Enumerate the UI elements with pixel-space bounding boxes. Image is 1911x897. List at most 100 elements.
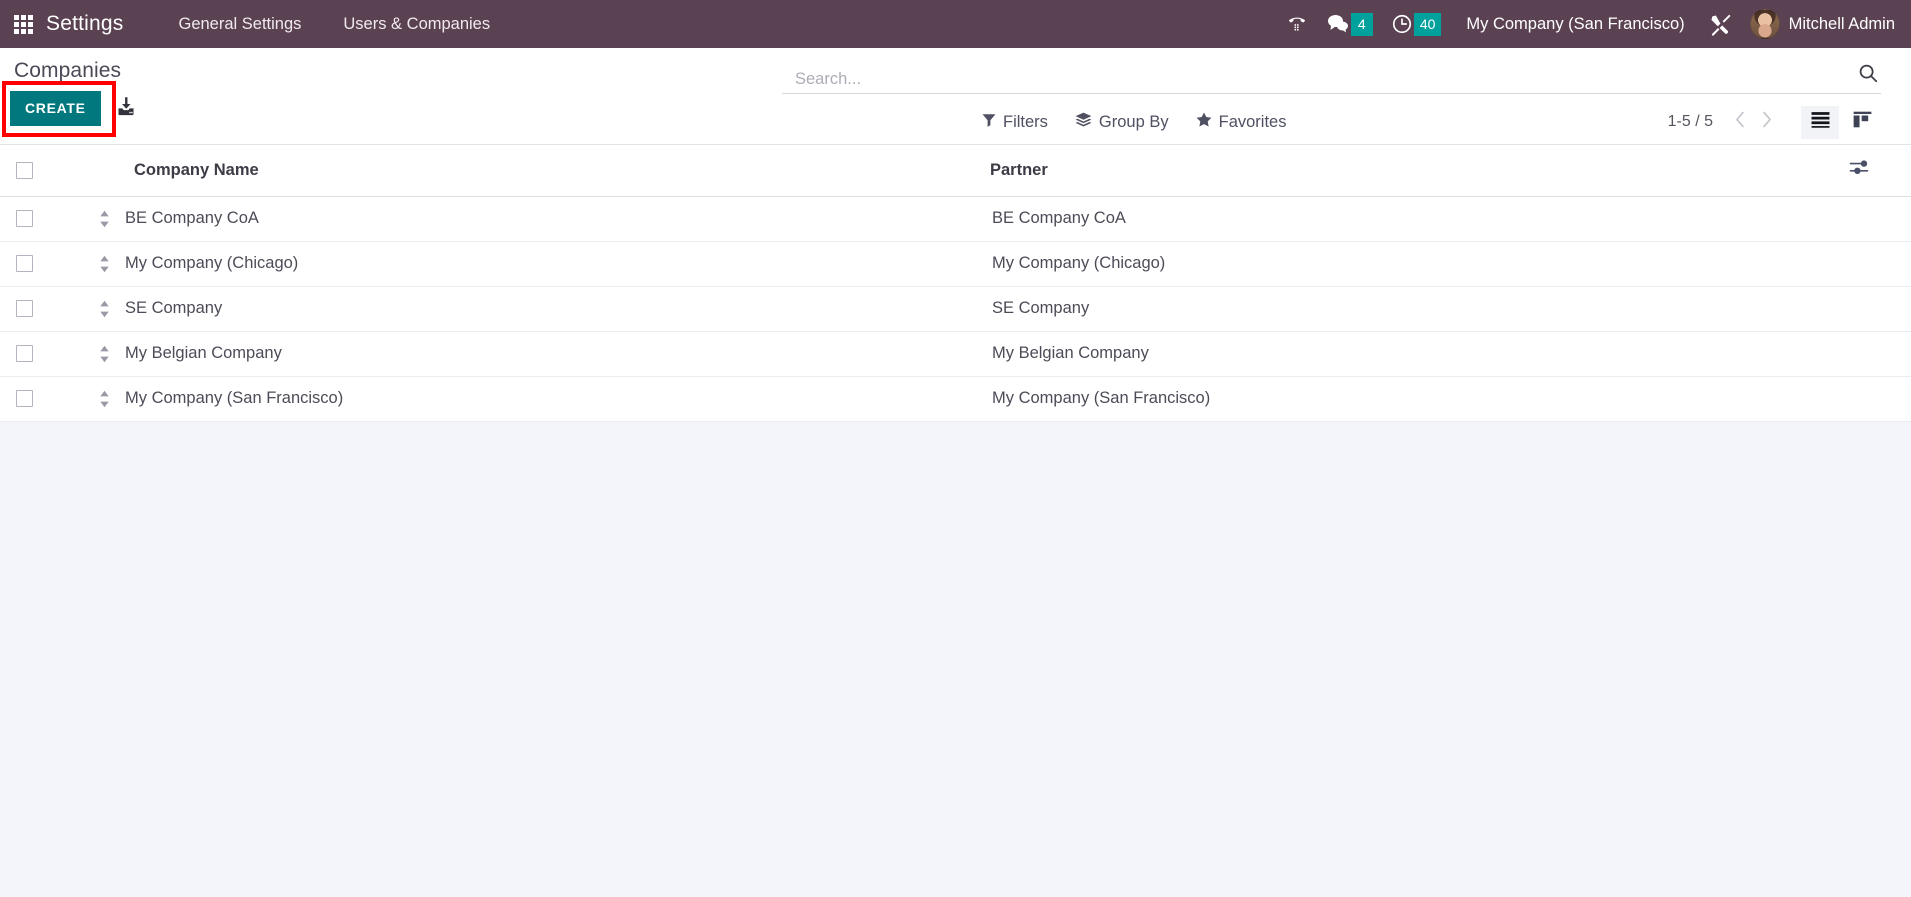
apps-menu-button[interactable] xyxy=(0,14,46,34)
view-switch-kanban-button[interactable] xyxy=(1843,106,1881,139)
group-by-label: Group By xyxy=(1098,112,1169,131)
row-drag-handle-icon[interactable] xyxy=(98,300,111,318)
row-optional-cell xyxy=(1841,241,1911,287)
row-select-checkbox[interactable] xyxy=(16,300,33,318)
list-view-icon xyxy=(1811,111,1830,133)
control-panel-buttons: CREATE xyxy=(0,81,137,137)
cell-partner[interactable]: SE Company xyxy=(982,286,1841,332)
empty-page-area xyxy=(0,422,1911,821)
table-header: Company Name Partner xyxy=(0,145,1911,197)
menu-general-settings[interactable]: General Settings xyxy=(157,0,322,48)
app-brand-settings[interactable]: Settings xyxy=(46,12,157,36)
row-select-cell xyxy=(0,331,52,377)
table-body: BE Company CoA BE Company CoA My Company (… xyxy=(0,196,1911,422)
cell-partner[interactable]: My Company (San Francisco) xyxy=(982,376,1841,422)
company-name-text: SE Company xyxy=(125,299,223,317)
cell-company-name[interactable]: My Company (San Francisco) xyxy=(52,376,982,422)
row-select-checkbox[interactable] xyxy=(16,390,33,408)
row-optional-cell xyxy=(1841,196,1911,242)
search-button[interactable] xyxy=(1855,62,1881,91)
chevron-right-icon xyxy=(1760,111,1773,133)
partner-text: BE Company CoA xyxy=(992,209,1126,227)
favorites-label: Favorites xyxy=(1218,112,1287,131)
search-input[interactable] xyxy=(782,70,1855,91)
messages-bubble-icon xyxy=(1326,13,1350,35)
import-download-icon xyxy=(115,95,137,122)
cell-company-name[interactable]: SE Company xyxy=(52,286,982,332)
table-row[interactable]: My Belgian Company My Belgian Company xyxy=(0,331,1911,377)
table-row[interactable]: SE Company SE Company xyxy=(0,286,1911,332)
pager-and-views: 1-5 / 5 xyxy=(1667,105,1881,139)
phone-dialpad-icon xyxy=(1286,13,1308,35)
table-row[interactable]: BE Company CoA BE Company CoA xyxy=(0,196,1911,242)
filters-button[interactable]: Filters xyxy=(982,113,1048,132)
companies-table: Company Name Partner BE Company CoA BE C… xyxy=(0,145,1911,422)
row-drag-handle-icon[interactable] xyxy=(98,255,111,273)
pager-counter: 1-5 / 5 xyxy=(1667,113,1713,130)
partner-text: My Company (Chicago) xyxy=(992,254,1166,272)
chevron-left-icon xyxy=(1734,111,1747,133)
select-all-checkbox[interactable] xyxy=(16,161,33,179)
cell-partner[interactable]: BE Company CoA xyxy=(982,196,1841,242)
company-name-text: My Company (Chicago) xyxy=(125,254,299,272)
view-switch-list-button[interactable] xyxy=(1801,105,1839,139)
row-select-checkbox[interactable] xyxy=(16,255,33,273)
row-drag-handle-icon[interactable] xyxy=(98,345,111,363)
filters-label: Filters xyxy=(1003,112,1048,131)
company-switcher[interactable]: My Company (San Francisco) xyxy=(1450,0,1698,48)
row-drag-handle-icon[interactable] xyxy=(98,210,111,228)
systray-messages-button[interactable]: 4 xyxy=(1317,0,1382,48)
kanban-view-icon xyxy=(1853,111,1872,133)
favorites-button[interactable]: Favorites xyxy=(1196,112,1287,132)
row-select-cell xyxy=(0,241,52,287)
table-row[interactable]: My Company (Chicago) My Company (Chicago) xyxy=(0,241,1911,287)
row-select-checkbox[interactable] xyxy=(16,210,33,228)
user-name-label: Mitchell Admin xyxy=(1788,14,1895,33)
column-header-company-name-label: Company Name xyxy=(134,160,259,179)
row-drag-handle-icon[interactable] xyxy=(98,390,111,408)
optional-columns-button[interactable] xyxy=(1849,159,1869,181)
column-header-partner-label: Partner xyxy=(990,160,1048,179)
search-tools-row: Filters Group By Favorites 1-5 / 5 xyxy=(782,105,1881,139)
row-select-cell xyxy=(0,376,52,422)
column-header-company-name[interactable]: Company Name xyxy=(52,145,982,197)
import-records-button[interactable] xyxy=(111,95,137,122)
cell-company-name[interactable]: BE Company CoA xyxy=(52,196,982,242)
company-name-text: BE Company CoA xyxy=(125,209,259,227)
avatar xyxy=(1749,9,1780,39)
row-select-cell xyxy=(0,196,52,242)
cell-partner[interactable]: My Company (Chicago) xyxy=(982,241,1841,287)
menu-users-and-companies[interactable]: Users & Companies xyxy=(322,0,511,48)
systray-activities-button[interactable]: 40 xyxy=(1382,0,1451,48)
tools-wrench-screwdriver-icon xyxy=(1708,12,1733,37)
partner-text: My Company (San Francisco) xyxy=(992,389,1211,407)
control-panel: Companies CREATE Search... Filters Group… xyxy=(0,48,1911,145)
table-header-row: Company Name Partner xyxy=(0,145,1911,197)
pager-previous-button[interactable] xyxy=(1727,107,1753,137)
search-tools: Filters Group By Favorites xyxy=(782,112,1286,132)
row-optional-cell xyxy=(1841,376,1911,422)
create-button[interactable]: CREATE xyxy=(10,91,101,126)
row-select-cell xyxy=(0,286,52,332)
row-select-checkbox[interactable] xyxy=(16,345,33,363)
row-optional-cell xyxy=(1841,286,1911,332)
group-by-button[interactable]: Group By xyxy=(1075,112,1169,132)
top-navbar: Settings General Settings Users & Compan… xyxy=(0,0,1911,48)
grid-apps-icon xyxy=(13,14,33,34)
debug-tools-button[interactable] xyxy=(1699,0,1742,48)
partner-text: My Belgian Company xyxy=(992,344,1149,362)
row-optional-cell xyxy=(1841,331,1911,377)
pager-next-button[interactable] xyxy=(1753,107,1779,137)
cell-company-name[interactable]: My Company (Chicago) xyxy=(52,241,982,287)
search-bar xyxy=(782,62,1881,94)
company-name-text: My Company (San Francisco) xyxy=(125,389,344,407)
table-row[interactable]: My Company (San Francisco) My Company (Sa… xyxy=(0,376,1911,422)
company-name-text: My Belgian Company xyxy=(125,344,282,362)
column-header-partner[interactable]: Partner xyxy=(982,145,1841,197)
systray-phone-button[interactable] xyxy=(1277,0,1317,48)
layers-stack-icon xyxy=(1075,112,1092,132)
cell-company-name[interactable]: My Belgian Company xyxy=(52,331,982,377)
control-panel-left: Companies CREATE xyxy=(0,48,137,137)
user-menu[interactable]: Mitchell Admin xyxy=(1742,0,1911,48)
cell-partner[interactable]: My Belgian Company xyxy=(982,331,1841,377)
